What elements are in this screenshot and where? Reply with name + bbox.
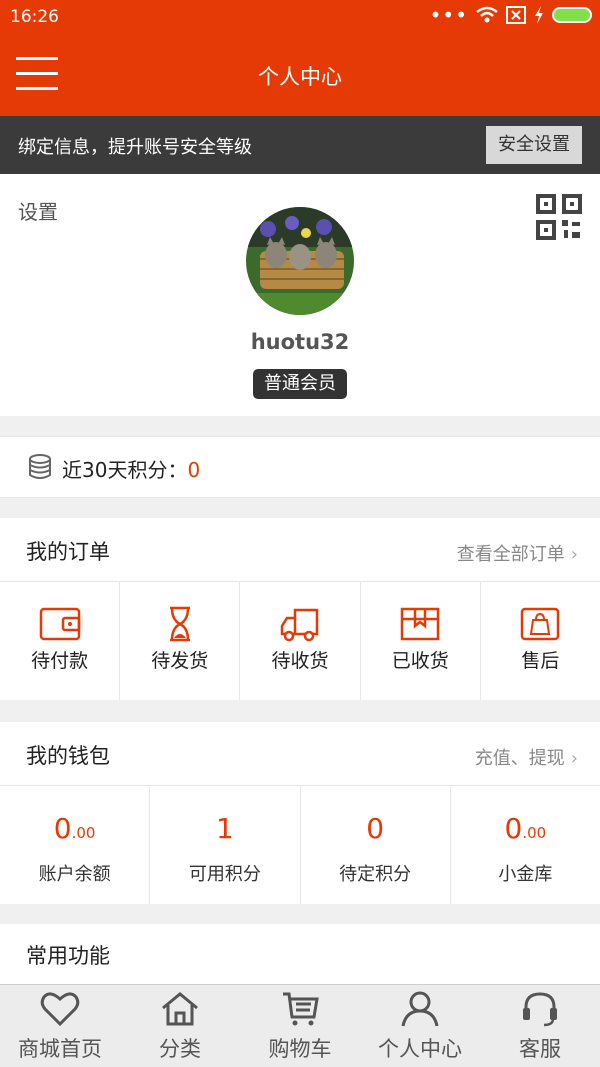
truck-icon bbox=[280, 608, 319, 642]
available-points-value: 1 bbox=[150, 812, 299, 845]
cart-icon bbox=[283, 992, 319, 1026]
wallet-balance[interactable]: 0.00 账户余额 bbox=[0, 786, 151, 904]
chevron-right-icon: › bbox=[570, 748, 578, 769]
tab-home-label: 商城首页 bbox=[18, 1037, 102, 1061]
wallet-balance-int: 0 bbox=[53, 812, 72, 845]
order-after-sales-label: 售后 bbox=[521, 650, 560, 672]
common-functions-title: 常用功能 bbox=[26, 944, 110, 968]
points-label: 近30天积分：0 bbox=[62, 454, 200, 483]
order-after-sales[interactable]: 售后 bbox=[481, 582, 600, 700]
common-functions-section: 常用功能 bbox=[0, 924, 600, 986]
order-pending-receipt[interactable]: 待收货 bbox=[240, 582, 361, 700]
orders-header: 我的订单 查看全部订单 › bbox=[0, 518, 600, 582]
tab-customer-service-label: 客服 bbox=[519, 1037, 561, 1061]
available-points-label: 可用积分 bbox=[188, 864, 261, 885]
tab-customer-service[interactable]: 客服 bbox=[480, 985, 600, 1067]
heart-icon bbox=[40, 992, 80, 1027]
hourglass-icon bbox=[169, 606, 190, 642]
title-bar: 个人中心 bbox=[0, 34, 600, 116]
status-bar: 16:26 ••• bbox=[0, 0, 600, 34]
order-received-label: 已收货 bbox=[391, 650, 449, 672]
wallet-icon bbox=[39, 607, 80, 641]
wallet-pending-points[interactable]: 0 待定积分 bbox=[301, 786, 451, 904]
pending-points-int: 0 bbox=[366, 812, 385, 845]
page-title: 个人中心 bbox=[258, 65, 342, 89]
headset-icon bbox=[523, 992, 557, 1027]
view-all-orders-link[interactable]: 查看全部订单 › bbox=[457, 540, 578, 566]
bottom-tab-bar: 商城首页 分类 购物车 个人中心 客服 bbox=[0, 984, 600, 1067]
small-vault-int: 0 bbox=[504, 812, 523, 845]
pending-points-value: 0 bbox=[301, 812, 450, 845]
tab-category[interactable]: 分类 bbox=[120, 985, 240, 1067]
wallet-header: 我的钱包 充值、提现 › bbox=[0, 722, 600, 786]
chevron-right-icon: › bbox=[570, 544, 578, 565]
points-row: 近30天积分：0 bbox=[0, 436, 600, 498]
tab-home[interactable]: 商城首页 bbox=[0, 985, 120, 1067]
small-vault-value: 0.00 bbox=[451, 812, 600, 845]
wallet-balance-dec: .00 bbox=[71, 824, 96, 842]
tab-profile[interactable]: 个人中心 bbox=[360, 985, 480, 1067]
recharge-withdraw-text: 充值、提现 bbox=[474, 748, 565, 769]
order-received[interactable]: 已收货 bbox=[361, 582, 481, 700]
tab-category-label: 分类 bbox=[159, 1037, 201, 1061]
notice-text: 绑定信息，提升账号安全等级 bbox=[18, 137, 252, 158]
wallet-balance-label: 账户余额 bbox=[38, 864, 111, 885]
view-all-orders-text: 查看全部订单 bbox=[456, 544, 565, 565]
member-level-badge: 普通会员 bbox=[253, 369, 347, 399]
security-settings-button[interactable]: 安全设置 bbox=[486, 126, 582, 164]
wifi-icon bbox=[476, 6, 498, 23]
available-points-int: 1 bbox=[215, 812, 234, 845]
small-vault-label: 小金库 bbox=[498, 864, 553, 885]
wallet-section: 我的钱包 充值、提现 › 0.00 账户余额 1 可用积分 0 待定积分 0.00… bbox=[0, 722, 600, 904]
wallet-small-vault[interactable]: 0.00 小金库 bbox=[451, 786, 600, 904]
home-icon bbox=[162, 992, 198, 1026]
charging-icon bbox=[535, 6, 543, 24]
order-pending-payment-label: 待付款 bbox=[31, 650, 89, 672]
tab-profile-label: 个人中心 bbox=[378, 1037, 462, 1061]
status-time: 16:26 bbox=[10, 7, 59, 27]
orders-section: 我的订单 查看全部订单 › 待付款 待发货 待收货 已收货 售后 bbox=[0, 518, 600, 700]
orders-title: 我的订单 bbox=[26, 540, 110, 564]
recharge-withdraw-link[interactable]: 充值、提现 › bbox=[475, 744, 578, 770]
order-pending-shipment[interactable]: 待发货 bbox=[120, 582, 241, 700]
more-dots-icon: ••• bbox=[429, 3, 468, 27]
pending-points-label: 待定积分 bbox=[339, 864, 412, 885]
tab-cart-label: 购物车 bbox=[268, 1037, 332, 1061]
security-notice: 绑定信息，提升账号安全等级 安全设置 bbox=[0, 116, 600, 174]
settings-link[interactable]: 设置 bbox=[18, 196, 58, 225]
small-vault-dec: .00 bbox=[522, 824, 547, 842]
avatar[interactable] bbox=[246, 207, 354, 315]
box-icon bbox=[400, 607, 440, 641]
qr-code-icon[interactable] bbox=[536, 194, 582, 240]
tab-cart[interactable]: 购物车 bbox=[240, 985, 360, 1067]
coins-icon bbox=[29, 454, 51, 479]
order-pending-receipt-label: 待收货 bbox=[271, 650, 329, 672]
points-label-text: 近30天积分： bbox=[62, 458, 188, 482]
wallet-title: 我的钱包 bbox=[26, 744, 110, 768]
order-pending-shipment-label: 待发货 bbox=[151, 650, 209, 672]
sim-icon bbox=[506, 6, 526, 24]
points-value: 0 bbox=[187, 458, 201, 482]
order-pending-payment[interactable]: 待付款 bbox=[0, 582, 121, 700]
profile-card: 设置 huotu32 普通会员 bbox=[0, 174, 600, 416]
username: huotu32 bbox=[250, 330, 350, 354]
wallet-available-points[interactable]: 1 可用积分 bbox=[150, 786, 301, 904]
user-icon bbox=[401, 991, 439, 1027]
wallet-balance-value: 0.00 bbox=[0, 812, 149, 845]
battery-icon bbox=[552, 7, 592, 23]
bag-icon bbox=[521, 607, 560, 641]
status-icons: ••• bbox=[429, 3, 592, 27]
